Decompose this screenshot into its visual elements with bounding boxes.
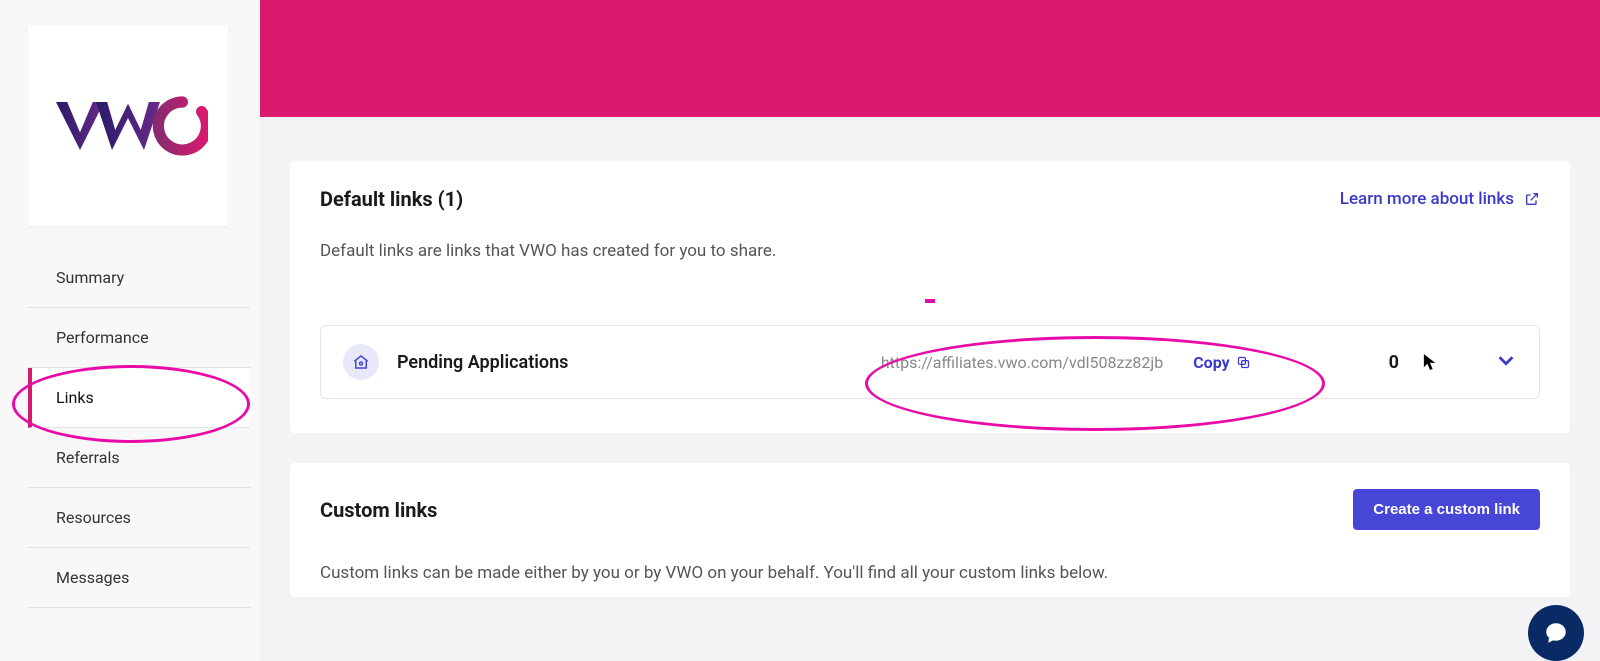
custom-links-description: Custom links can be made either by you o… [320, 560, 1120, 587]
sidebar-item-label: Referrals [56, 448, 120, 467]
sidebar-item-label: Messages [56, 568, 129, 587]
sidebar-item-label: Resources [56, 508, 131, 527]
panel-header: Default links (1) Learn more about links [320, 187, 1540, 211]
main-content: Default links (1) Learn more about links… [260, 0, 1600, 661]
custom-links-panel: Custom links Create a custom link Custom… [290, 463, 1570, 597]
decorative-dash [925, 299, 935, 303]
sidebar-item-performance[interactable]: Performance [28, 308, 250, 368]
house-icon [343, 344, 379, 380]
external-link-icon [1524, 191, 1540, 207]
sidebar-item-label: Links [56, 388, 94, 407]
expand-chevron[interactable] [1495, 349, 1517, 375]
cursor-icon [1423, 353, 1437, 371]
link-name: Pending Applications [397, 352, 697, 373]
default-links-description: Default links are links that VWO has cre… [320, 241, 1540, 261]
panel-header: Custom links Create a custom link [320, 489, 1540, 530]
copy-button[interactable]: Copy [1193, 353, 1250, 372]
sidebar-item-messages[interactable]: Messages [28, 548, 250, 608]
sidebar-item-label: Performance [56, 328, 149, 347]
chat-icon [1543, 620, 1569, 646]
learn-more-link[interactable]: Learn more about links [1340, 189, 1540, 209]
learn-more-label: Learn more about links [1340, 189, 1514, 209]
copy-icon [1236, 355, 1251, 370]
default-link-row[interactable]: Pending Applications https://affiliates.… [320, 325, 1540, 399]
create-custom-link-button[interactable]: Create a custom link [1353, 489, 1540, 530]
sidebar-item-referrals[interactable]: Referrals [28, 428, 250, 488]
sidebar: Summary Performance Links Referrals Reso… [0, 0, 260, 661]
brand-logo-card [28, 26, 228, 226]
copy-label: Copy [1193, 353, 1229, 372]
sidebar-item-label: Summary [56, 268, 124, 287]
sidebar-item-resources[interactable]: Resources [28, 488, 250, 548]
chevron-down-icon [1495, 349, 1517, 371]
default-links-panel: Default links (1) Learn more about links… [290, 161, 1570, 433]
chat-widget-button[interactable] [1528, 605, 1584, 661]
vwo-logo-icon [48, 86, 208, 166]
link-url: https://affiliates.vwo.com/vdl508zz82jb [881, 353, 1163, 372]
sidebar-item-summary[interactable]: Summary [28, 248, 250, 308]
default-links-title: Default links (1) [320, 187, 463, 211]
sidebar-nav: Summary Performance Links Referrals Reso… [28, 248, 250, 608]
custom-links-title: Custom links [320, 498, 437, 522]
sidebar-item-links[interactable]: Links [28, 368, 250, 428]
link-referral-count: 0 [1389, 352, 1399, 373]
